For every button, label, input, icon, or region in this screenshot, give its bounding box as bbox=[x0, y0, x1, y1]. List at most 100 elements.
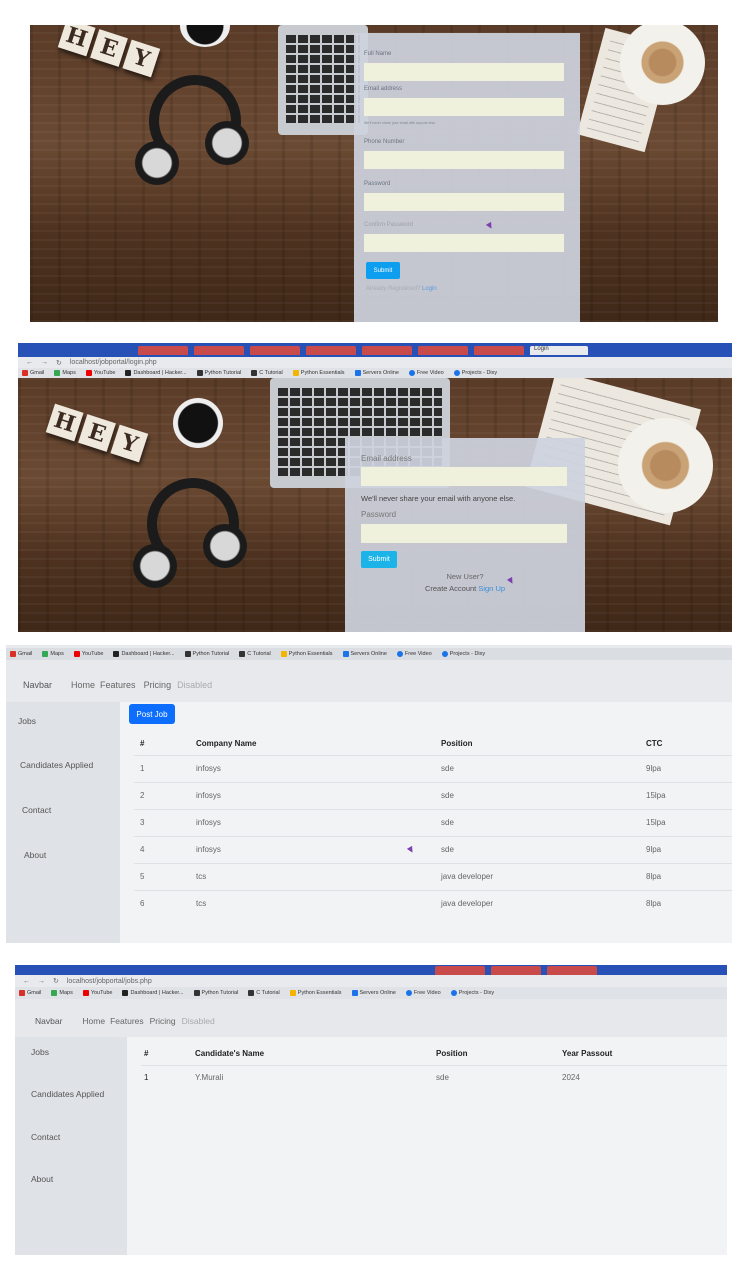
bookmark-c[interactable]: C Tutorial bbox=[251, 370, 283, 376]
address-bar[interactable]: ← → ↻ localhost/jobportal/login.php bbox=[18, 357, 732, 368]
browser-tab[interactable] bbox=[306, 345, 356, 355]
browser-tab[interactable] bbox=[138, 345, 188, 355]
table-row: 1 Y.Murali sde 2024 bbox=[141, 1064, 727, 1089]
login-email-help: We'll never share your email with anyone… bbox=[361, 494, 516, 503]
login-password-label: Password bbox=[361, 510, 397, 519]
nav-home[interactable]: Home bbox=[82, 1016, 105, 1026]
bookmark-projects[interactable]: Projects - Dixy bbox=[453, 370, 497, 376]
bookmark-python[interactable]: Python Tutorial bbox=[196, 370, 241, 376]
browser-tab[interactable] bbox=[474, 345, 524, 355]
url-text[interactable]: localhost/jobportal/jobs.php bbox=[67, 978, 152, 985]
login-screenshot: Login ← → ↻ localhost/jobportal/login.ph… bbox=[18, 343, 732, 632]
back-icon[interactable]: ← bbox=[23, 978, 30, 985]
bookmark-video[interactable]: Free Video bbox=[405, 990, 441, 996]
sidebar: Jobs Candidates Applied Contact About bbox=[6, 702, 120, 943]
nav-features[interactable]: Features bbox=[110, 1016, 144, 1026]
bookmark-maps[interactable]: Maps bbox=[42, 651, 64, 657]
cell-number: 3 bbox=[134, 808, 196, 836]
sidebar-item-about[interactable]: About bbox=[31, 1174, 53, 1184]
bookmark-dashboard[interactable]: Dashboard | Hacker... bbox=[113, 651, 175, 657]
cell-position: sde bbox=[436, 1064, 562, 1089]
bookmark-c[interactable]: C Tutorial bbox=[248, 990, 280, 996]
back-icon[interactable]: ← bbox=[26, 359, 33, 366]
nav-home[interactable]: Home bbox=[71, 680, 95, 690]
sidebar-item-jobs[interactable]: Jobs bbox=[31, 1047, 49, 1057]
col-header-position: Position bbox=[441, 739, 473, 749]
cell-number: 6 bbox=[134, 889, 196, 917]
post-job-button[interactable]: Post Job bbox=[129, 704, 175, 724]
reload-icon[interactable]: ↻ bbox=[53, 977, 59, 985]
bookmark-servers[interactable]: Servers Online bbox=[351, 990, 396, 996]
nav-features[interactable]: Features bbox=[100, 680, 136, 690]
bookmark-projects[interactable]: Projects - Dixy bbox=[441, 651, 485, 657]
navbar-brand[interactable]: Navbar bbox=[35, 1016, 62, 1026]
fullname-input[interactable] bbox=[364, 63, 564, 81]
bookmark-maps[interactable]: Maps bbox=[54, 370, 76, 376]
cell-company: infosys bbox=[196, 754, 441, 782]
forward-icon[interactable]: → bbox=[41, 359, 48, 366]
password-input[interactable] bbox=[364, 193, 564, 211]
headphones-image bbox=[135, 75, 255, 195]
bookmark-python[interactable]: Python Tutorial bbox=[193, 990, 238, 996]
bookmark-projects[interactable]: Projects - Dixy bbox=[450, 990, 494, 996]
bookmark-gmail[interactable]: Gmail bbox=[22, 370, 44, 376]
sidebar-item-contact[interactable]: Contact bbox=[22, 805, 51, 815]
signup-link[interactable]: Sign Up bbox=[478, 584, 505, 593]
cell-number: 1 bbox=[134, 754, 196, 782]
bookmark-python[interactable]: Python Tutorial bbox=[184, 651, 229, 657]
bookmark-servers[interactable]: Servers Online bbox=[342, 651, 387, 657]
bookmark-youtube[interactable]: YouTube bbox=[73, 651, 103, 657]
sidebar-item-candidates-applied[interactable]: Candidates Applied bbox=[20, 760, 93, 770]
browser-tab[interactable] bbox=[547, 965, 597, 975]
bookmark-youtube[interactable]: YouTube bbox=[85, 370, 115, 376]
navbar-brand[interactable]: Navbar bbox=[23, 680, 52, 690]
phone-input[interactable] bbox=[364, 151, 564, 169]
sidebar-item-about[interactable]: About bbox=[24, 850, 46, 860]
browser-tab[interactable] bbox=[194, 345, 244, 355]
table-row: 1 infosys sde 9lpa bbox=[134, 754, 732, 782]
login-tab[interactable]: Login bbox=[530, 345, 588, 355]
sidebar-item-jobs[interactable]: Jobs bbox=[18, 716, 36, 726]
bookmark-video[interactable]: Free Video bbox=[396, 651, 432, 657]
bookmark-python-essentials[interactable]: Python Essentials bbox=[292, 370, 345, 376]
bookmark-python-essentials[interactable]: Python Essentials bbox=[280, 651, 333, 657]
nav-pricing[interactable]: Pricing bbox=[150, 1016, 176, 1026]
table-row: 2 infosys sde 15lpa bbox=[134, 781, 732, 809]
bookmark-gmail[interactable]: Gmail bbox=[19, 990, 41, 996]
sidebar-item-candidates-applied[interactable]: Candidates Applied bbox=[31, 1089, 104, 1099]
bookmark-python-essentials[interactable]: Python Essentials bbox=[289, 990, 342, 996]
mouse-cursor bbox=[485, 221, 495, 231]
browser-tab[interactable] bbox=[362, 345, 412, 355]
reload-icon[interactable]: ↻ bbox=[56, 359, 62, 367]
login-email-input[interactable] bbox=[361, 467, 567, 486]
browser-tab[interactable] bbox=[418, 345, 468, 355]
nav-pricing[interactable]: Pricing bbox=[144, 680, 172, 690]
browser-tab[interactable] bbox=[491, 965, 541, 975]
bookmark-servers[interactable]: Servers Online bbox=[354, 370, 399, 376]
url-text[interactable]: localhost/jobportal/login.php bbox=[70, 359, 157, 366]
address-bar[interactable]: ← → ↻ localhost/jobportal/jobs.php bbox=[15, 975, 727, 987]
confirm-password-input[interactable] bbox=[364, 234, 564, 252]
browser-tab-strip: Login bbox=[18, 343, 732, 357]
browser-tab[interactable] bbox=[250, 345, 300, 355]
login-link[interactable]: Login bbox=[422, 286, 437, 292]
table-row: 5 tcs java developer 8lpa bbox=[134, 862, 732, 890]
bookmark-c[interactable]: C Tutorial bbox=[239, 651, 271, 657]
bookmark-dashboard[interactable]: Dashboard | Hacker... bbox=[122, 990, 184, 996]
bookmark-gmail[interactable]: Gmail bbox=[10, 651, 32, 657]
submit-button[interactable]: Submit bbox=[366, 262, 400, 279]
bookmark-video[interactable]: Free Video bbox=[408, 370, 444, 376]
bookmarks-bar: Gmail Maps YouTube Dashboard | Hacker...… bbox=[18, 368, 732, 378]
table-row: 4 infosys sde 9lpa bbox=[134, 835, 732, 863]
forward-icon[interactable]: → bbox=[38, 978, 45, 985]
email-input[interactable] bbox=[364, 98, 564, 116]
login-submit-button[interactable]: Submit bbox=[361, 551, 397, 568]
bookmark-maps[interactable]: Maps bbox=[51, 990, 73, 996]
browser-tab[interactable] bbox=[435, 965, 485, 975]
login-password-input[interactable] bbox=[361, 524, 567, 543]
sidebar-item-contact[interactable]: Contact bbox=[31, 1132, 60, 1142]
col-header-company: Company Name bbox=[196, 739, 257, 749]
bookmark-dashboard[interactable]: Dashboard | Hacker... bbox=[125, 370, 187, 376]
cell-number: 5 bbox=[134, 862, 196, 890]
bookmark-youtube[interactable]: YouTube bbox=[82, 990, 112, 996]
